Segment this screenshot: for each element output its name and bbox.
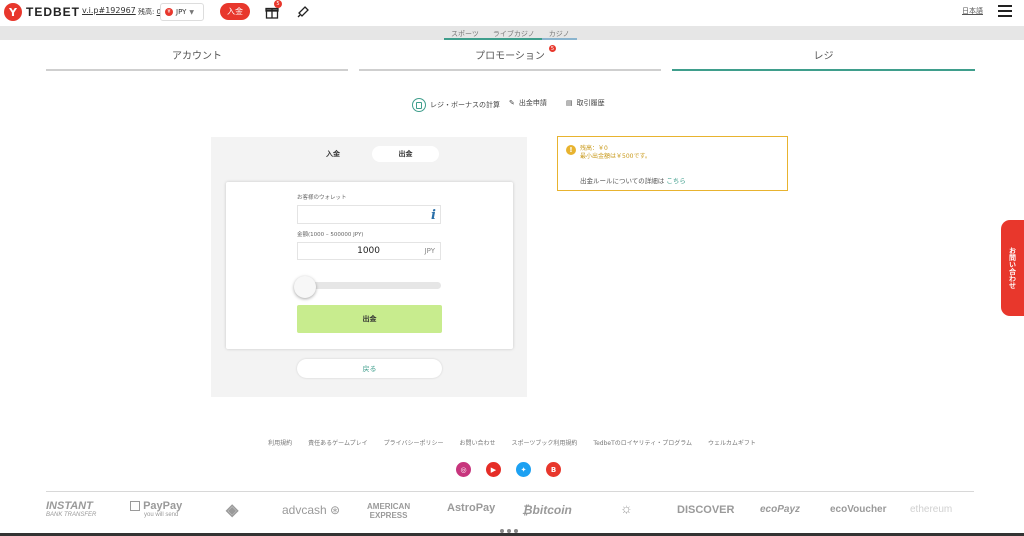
amount-value: 1000 [357,246,380,256]
blog-icon[interactable]: B [546,462,561,477]
contact-tab[interactable]: お問い合わせ [1001,220,1024,316]
payment-instant: INSTANT BANK TRANSFER [46,500,97,518]
notice-rule-text: 出金ルールについての詳細は [580,177,665,185]
subnav-history[interactable]: ▤ 取引履歴 [566,98,605,108]
footer-link-loyalty[interactable]: TedbeTのロイヤリティ・プログラム [593,438,692,447]
footer-link-terms[interactable]: 利用規約 [268,438,292,447]
instagram-icon[interactable]: ◎ [456,462,471,477]
amount-slider[interactable] [297,282,441,289]
promotion-badge: 5 [549,45,556,52]
footer-divider [46,491,974,492]
brand-name: TEDBET [26,5,80,19]
receipt-icon: ▤ [566,99,573,107]
sun-logo-icon: ☼ [620,500,633,516]
pencil-icon: ✎ [509,99,515,107]
footer-link-responsible-gaming[interactable]: 責任あるゲームプレイ [308,438,367,447]
category-tabs: スポーツ ライブカジノ カジノ [444,26,577,40]
amount-currency: JPY [424,247,435,255]
notice-minimum: 最小出金額は￥500です。 [580,153,651,160]
footer-link-contact[interactable]: お問い合わせ [460,438,496,447]
tab-account[interactable]: アカウント [46,47,348,71]
top-bar: Y TEDBET v.i.p#192967 残高: 0 ¥ JPY ▼ 入金 5… [0,0,1024,24]
tab-promotion[interactable]: プロモーション [359,47,661,71]
chevron-down-icon: ▼ [189,8,195,16]
calculator-icon [412,98,426,112]
currency-select[interactable]: ¥ JPY ▼ [160,3,204,21]
footer-links: 利用規約 責任あるゲームプレイ プライバシーポリシー お問い合わせ スポーツブッ… [0,438,1024,447]
subnav-withdraw-request[interactable]: ✎ 出金申請 [509,98,547,108]
wallet-label: お客様のウォレット [297,195,347,201]
balance-label: 残高: [138,8,155,16]
warning-icon: ! [566,145,576,155]
notice-rule: 出金ルールについての詳細は こちら [580,175,686,185]
paypay-icon [130,501,140,512]
amount-field[interactable]: 1000 JPY [297,242,441,260]
subnav-bonus-calc-label: レジ・ボーナスの計算 [430,101,500,109]
logo-icon: Y [4,3,22,21]
back-button[interactable]: 戻る [297,359,442,378]
tab-cashier[interactable]: レジ [672,47,975,71]
gift-badge: 5 [274,0,282,8]
binance-icon: ◈ [226,502,239,519]
deposit-button[interactable]: 入金 [220,3,250,20]
subnav-bonus-calc[interactable]: レジ・ボーナスの計算 [412,98,500,112]
category-tab-live-casino[interactable]: ライブカジノ [485,26,542,40]
menu-icon[interactable] [998,5,1012,17]
payment-ecovoucher: ecoVoucher [830,504,887,515]
amount-label: 金額(1000 – 500000 JPY) [297,232,364,238]
footer-link-welcome-gift[interactable]: ウェルカムギフト [708,438,756,447]
vip-id-link[interactable]: v.i.p#192967 [82,6,136,15]
youtube-icon[interactable]: ▶ [486,462,501,477]
category-tab-sports[interactable]: スポーツ [444,26,486,40]
footer-link-sportsbook-terms[interactable]: スポーツブック利用規約 [512,438,578,447]
rocket-icon[interactable] [296,4,310,18]
currency-icon: ¥ [165,8,173,16]
tab-deposit[interactable]: 入金 [300,146,366,162]
payment-paypay: PayPay you will send [130,500,182,518]
notice-rule-link[interactable]: こちら [666,177,686,185]
language-select[interactable]: 日本語 [962,6,983,16]
payment-ecopayz: ecoPayz [760,504,801,515]
info-icon[interactable]: i [431,208,436,223]
payment-ethereum: ethereum [910,504,953,515]
subnav-history-label: 取引履歴 [576,99,605,107]
brand-logo[interactable]: Y TEDBET [4,3,80,21]
withdraw-button[interactable]: 出金 [297,305,442,333]
payment-discover: DISCOVER [677,504,735,516]
balance: 残高: 0 [138,7,161,17]
tab-withdraw[interactable]: 出金 [372,146,439,162]
payment-advcash: advcash ⊛ [282,503,341,517]
footer-link-privacy[interactable]: プライバシーポリシー [384,438,444,447]
subnav-withdraw-label: 出金申請 [518,99,547,107]
payment-bitcoin: ₿bitcoin [522,503,572,517]
slider-handle[interactable] [294,276,316,298]
category-tab-casino[interactable]: カジノ [541,26,577,40]
bitcoin-icon: ₿ [522,503,533,517]
withdraw-notice: ! 残高：￥0 最小出金額は￥500です。 出金ルールについての詳細は こちら [557,136,788,191]
payment-logos: INSTANT BANK TRANSFER PayPay you will se… [0,498,1024,524]
currency-value: JPY [176,8,187,16]
payment-amex: AMERICAN EXPRESS [367,502,411,520]
advcash-icon: ⊛ [330,503,341,517]
payment-astropay: AstroPay [447,502,496,514]
social-links: ◎ ▶ ✦ B [456,462,561,477]
wallet-field[interactable]: i [297,205,441,224]
twitter-icon[interactable]: ✦ [516,462,531,477]
contact-label: お問い合わせ [1008,247,1017,289]
